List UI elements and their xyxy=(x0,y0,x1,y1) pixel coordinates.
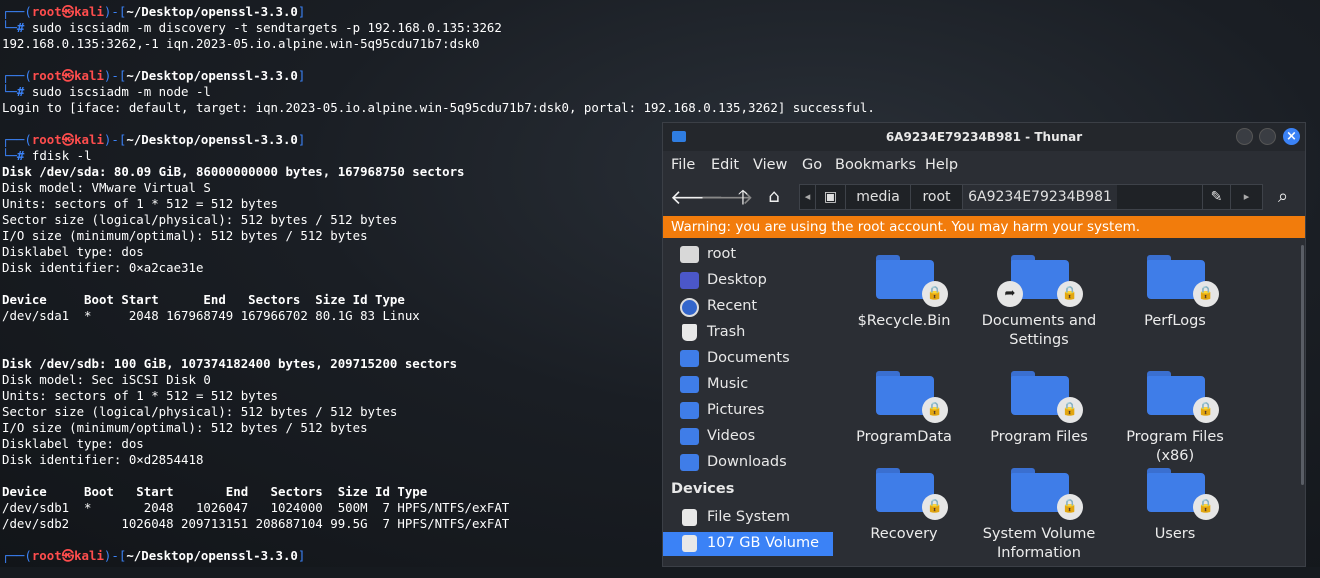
maximize-button[interactable] xyxy=(1259,128,1276,145)
sidebar-item-downloads[interactable]: Downloads xyxy=(663,451,833,475)
folder-icon: 🔒 xyxy=(876,255,948,307)
home-folder-icon xyxy=(680,246,699,263)
sidebar: root Desktop Recent Trash Documents Musi… xyxy=(663,240,833,566)
lock-icon: 🔒 xyxy=(1193,494,1219,520)
folder-item[interactable]: 🔒 Recovery xyxy=(834,468,974,578)
lock-icon: 🔒 xyxy=(922,494,948,520)
folder-item[interactable]: ➦ 🔒 Documents and Settings xyxy=(969,255,1109,365)
folder-item[interactable]: 🔒 Users xyxy=(1105,468,1245,578)
lock-icon: 🔒 xyxy=(1057,494,1083,520)
sidebar-item-trash[interactable]: Trash xyxy=(663,321,833,345)
trash-icon xyxy=(682,324,697,341)
path-scroll-left-icon[interactable]: ◂ xyxy=(800,185,816,209)
folder-icon: ➦ 🔒 xyxy=(997,255,1083,307)
folder-item[interactable]: 🔒 Program Files (x86) xyxy=(1105,371,1245,481)
folder-item[interactable]: 🔒 System Volume Information xyxy=(969,468,1109,578)
symlink-arrow-icon: ➦ xyxy=(997,281,1023,307)
sidebar-item-videos[interactable]: Videos xyxy=(663,425,833,449)
sidebar-item-file-system[interactable]: File System xyxy=(663,506,833,530)
edit-path-icon[interactable]: ✎ xyxy=(1202,185,1230,209)
command-line: └─# sudo iscsiadm -m discovery -t sendta… xyxy=(2,20,502,35)
sidebar-item-desktop[interactable]: Desktop xyxy=(663,269,833,293)
desktop-icon xyxy=(680,272,699,289)
folder-item[interactable]: 🔒 ProgramData xyxy=(834,371,974,481)
folder-icon: 🔒 xyxy=(876,371,948,423)
thunar-window[interactable]: 6A9234E79234B981 - Thunar × File Edit Vi… xyxy=(662,122,1306,567)
lock-icon: 🔒 xyxy=(1057,397,1083,423)
close-button[interactable]: × xyxy=(1283,128,1300,145)
home-icon[interactable]: ⌂ xyxy=(762,185,786,209)
forward-arrow-icon[interactable]: 🡒 xyxy=(700,185,754,209)
prompt-line: ┌──(root㉿kali)-[~/Desktop/openssl-3.3.0] xyxy=(2,68,306,83)
vertical-scrollbar[interactable] xyxy=(1301,245,1304,485)
folder-icon: 🔒 xyxy=(1147,255,1219,307)
lock-icon: 🔒 xyxy=(922,281,948,307)
search-icon[interactable]: ⌕ xyxy=(1271,185,1295,209)
lock-icon: 🔒 xyxy=(1193,397,1219,423)
pictures-folder-icon xyxy=(680,402,699,419)
lock-icon: 🔒 xyxy=(922,397,948,423)
menu-bookmarks[interactable]: Bookmarks xyxy=(835,157,916,173)
folder-icon: 🔒 xyxy=(876,468,948,520)
recent-clock-icon xyxy=(680,298,699,317)
path-crumb-root[interactable]: root xyxy=(911,185,963,209)
prompt-line: ┌──(root㉿kali)-[~/Desktop/openssl-3.3.0] xyxy=(2,4,306,19)
folder-item[interactable]: 🔒 $Recycle.Bin xyxy=(834,255,974,365)
lock-icon: 🔒 xyxy=(1057,281,1083,307)
titlebar[interactable]: 6A9234E79234B981 - Thunar × xyxy=(663,123,1305,151)
drive-icon xyxy=(682,509,697,526)
path-bar[interactable]: ◂ ▣ media root 6A9234E79234B981 ✎ ▸ xyxy=(799,184,1263,210)
menu-file[interactable]: File xyxy=(671,157,695,173)
sidebar-item-music[interactable]: Music xyxy=(663,373,833,397)
toolbar: 🡐 🡒 🡑 ⌂ ◂ ▣ media root 6A9234E79234B981 … xyxy=(663,179,1305,215)
sidebar-item-107gb-volume[interactable]: 107 GB Volume xyxy=(663,532,833,556)
command-line: └─# sudo iscsiadm -m node -l xyxy=(2,84,211,99)
minimize-button[interactable] xyxy=(1236,128,1253,145)
drive-icon[interactable]: ▣ xyxy=(816,185,846,209)
sidebar-item-documents[interactable]: Documents xyxy=(663,347,833,371)
folder-icon: 🔒 xyxy=(1147,468,1219,520)
videos-folder-icon xyxy=(680,428,699,445)
menu-go[interactable]: Go xyxy=(802,157,822,173)
root-warning-banner: Warning: you are using the root account.… xyxy=(663,216,1305,238)
lock-icon: 🔒 xyxy=(1193,281,1219,307)
sidebar-item-root[interactable]: root xyxy=(663,243,833,267)
file-view[interactable]: 🔒 $Recycle.Bin ➦ 🔒 Documents and Settings… xyxy=(834,240,1301,566)
drive-icon xyxy=(682,535,697,552)
path-crumb-current[interactable]: 6A9234E79234B981 xyxy=(963,185,1117,209)
documents-folder-icon xyxy=(680,350,699,367)
output-line: Login to [iface: default, target: iqn.20… xyxy=(2,100,875,115)
menu-edit[interactable]: Edit xyxy=(711,157,739,173)
up-arrow-icon[interactable]: 🡑 xyxy=(731,185,755,209)
output-line: 192.168.0.135:3262,-1 iqn.2023-05.io.alp… xyxy=(2,36,480,51)
menu-help[interactable]: Help xyxy=(925,157,958,173)
folder-item[interactable]: 🔒 PerfLogs xyxy=(1105,255,1245,365)
sidebar-item-pictures[interactable]: Pictures xyxy=(663,399,833,423)
folder-icon: 🔒 xyxy=(1011,468,1083,520)
music-folder-icon xyxy=(680,376,699,393)
downloads-folder-icon xyxy=(680,454,699,471)
path-crumb-media[interactable]: media xyxy=(846,185,911,209)
window-title: 6A9234E79234B981 - Thunar xyxy=(885,130,1083,144)
path-scroll-right-icon[interactable]: ▸ xyxy=(1230,185,1262,209)
folder-item[interactable]: 🔒 Program Files xyxy=(969,371,1109,481)
menu-view[interactable]: View xyxy=(753,157,787,173)
folder-icon: 🔒 xyxy=(1011,371,1083,423)
sidebar-item-recent[interactable]: Recent xyxy=(663,295,833,319)
menubar: File Edit View Go Bookmarks Help xyxy=(663,151,1305,179)
back-arrow-icon[interactable]: 🡐 xyxy=(670,185,724,209)
folder-icon: 🔒 xyxy=(1147,371,1219,423)
devices-header: Devices xyxy=(671,481,735,497)
